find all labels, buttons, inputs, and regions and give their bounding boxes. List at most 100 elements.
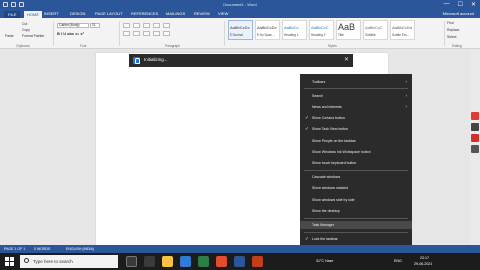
menu-item-show-desktop[interactable]: Show the desktop (300, 207, 412, 215)
cut-button[interactable]: Cut (22, 22, 27, 26)
tab-file[interactable]: FILE (4, 11, 21, 18)
menu-item-show-touch-keyboard[interactable]: Show touch keyboard button (300, 159, 412, 167)
group-label-clipboard: Clipboard (16, 44, 30, 48)
replace-button[interactable]: Replace (447, 28, 459, 32)
word-count[interactable]: 0 WORDS (34, 247, 50, 251)
font-name-dropdown[interactable]: Calibri (Body) (57, 23, 89, 28)
settings-icon[interactable] (470, 145, 479, 153)
tab-insert[interactable]: INSERT (44, 11, 59, 16)
align-right-button[interactable] (143, 31, 150, 36)
language-indicator[interactable]: ENGLISH (INDIA) (66, 247, 94, 251)
tab-page-layout[interactable]: PAGE LAYOUT (95, 11, 123, 16)
font-size-dropdown[interactable]: 11 (90, 23, 100, 28)
taskbar-context-menu: Toolbars › Search › News and interests ›… (300, 74, 412, 258)
language-indicator[interactable]: ENG (394, 259, 402, 263)
close-button[interactable]: ✕ (471, 1, 476, 8)
checkmark-icon: ✓ (305, 115, 309, 120)
taskbar: Type here to search 31°C Haze ENG 23:17 … (0, 253, 480, 270)
powerpoint-icon[interactable] (252, 256, 263, 267)
taskbar-apps (126, 256, 263, 267)
account-name[interactable]: Microsoft account (443, 11, 474, 16)
multilevel-list-button[interactable] (143, 23, 150, 28)
paste-button[interactable]: Paste (5, 34, 14, 38)
store-icon[interactable] (198, 256, 209, 267)
menu-item-show-cortana-button[interactable]: ✓ Show Cortana button (300, 114, 412, 122)
menu-item-label: Show Task View button (312, 127, 349, 131)
style-name: ¶ Normal (230, 33, 243, 37)
style-subtitle[interactable]: AaBbCcC Subtitle (363, 20, 388, 40)
minimize-button[interactable]: — (444, 1, 450, 8)
toast-close-button[interactable]: ✕ (344, 56, 349, 63)
menu-item-show-windows-ink[interactable]: Show Windows Ink Workspace button (300, 148, 412, 156)
tab-design[interactable]: DESIGN (70, 11, 85, 16)
video-icon[interactable] (470, 134, 479, 142)
taskbar-search-box[interactable]: Type here to search (20, 255, 118, 268)
side-tools (469, 112, 480, 153)
maximize-button[interactable]: ☐ (458, 1, 463, 8)
style-no-spacing[interactable]: AaBbCcDc ¶ No Spac... (255, 20, 280, 40)
menu-item-show-people[interactable]: Show People on the taskbar (300, 137, 412, 145)
line-spacing-button[interactable] (163, 31, 170, 36)
decrease-indent-button[interactable] (153, 23, 160, 28)
style-heading-1[interactable]: AaBbCc Heading 1 (282, 20, 307, 40)
group-label-styles: Styles (328, 44, 337, 48)
select-button[interactable]: Select (447, 35, 459, 39)
numbering-button[interactable] (133, 23, 140, 28)
justify-button[interactable] (153, 31, 160, 36)
format-buttons[interactable]: B I U abc x₂ x² (57, 31, 84, 36)
tab-view[interactable]: VIEW (218, 11, 228, 16)
menu-item-news-and-interests[interactable]: News and interests › (300, 103, 412, 111)
menu-item-lock-taskbar[interactable]: ✓ Lock the taskbar (300, 235, 412, 243)
style-title[interactable]: AaB Title (336, 20, 361, 40)
microphone-icon (133, 57, 140, 64)
menu-item-show-task-view-button[interactable]: ✓ Show Task View button (300, 125, 412, 133)
edge-icon[interactable] (180, 256, 191, 267)
increase-indent-button[interactable] (163, 23, 170, 28)
find-button[interactable]: Find (447, 21, 459, 25)
record-icon[interactable] (470, 112, 479, 120)
tab-review[interactable]: REVIEW (194, 11, 210, 16)
menu-item-cascade-windows[interactable]: Cascade windows (300, 173, 412, 181)
page-count[interactable]: PAGE 1 OF 1 (4, 247, 25, 251)
style-sample: AaBbCcDc (230, 25, 250, 30)
file-explorer-icon[interactable] (162, 256, 173, 267)
word-icon[interactable] (234, 256, 245, 267)
chevron-right-icon: › (405, 79, 408, 84)
divider (53, 21, 54, 46)
ribbon-tabs: FILE HOME INSERT DESIGN PAGE LAYOUT REFE… (0, 10, 480, 18)
align-left-button[interactable] (123, 31, 130, 36)
bullets-button[interactable] (123, 23, 130, 28)
menu-item-search[interactable]: Search › (300, 92, 412, 100)
style-normal[interactable]: AaBbCcDc ¶ Normal (228, 20, 253, 40)
tab-mailings[interactable]: MAILINGS (166, 11, 185, 16)
cortana-icon[interactable] (126, 256, 137, 267)
menu-item-show-windows-side-by-side[interactable]: Show windows side by side (300, 196, 412, 204)
style-name: Subtle Em... (392, 33, 410, 37)
clock-time[interactable]: 23:17 (420, 256, 429, 260)
menu-item-toolbars[interactable]: Toolbars › (300, 78, 412, 86)
menu-item-task-manager[interactable]: Task Manager (300, 221, 412, 229)
menu-item-label: Show the desktop (312, 209, 340, 213)
status-bar: PAGE 1 OF 1 0 WORDS ENGLISH (INDIA) (0, 245, 480, 253)
style-name: ¶ No Spac... (257, 33, 275, 37)
tab-home[interactable]: HOME (24, 11, 42, 18)
weather-widget[interactable]: 31°C Haze (316, 259, 333, 263)
style-name: Heading 2 (311, 33, 326, 37)
task-view-icon[interactable] (144, 256, 155, 267)
copy-button[interactable]: Copy (22, 28, 30, 32)
windows-start-icon[interactable] (5, 257, 14, 266)
menu-item-show-windows-stacked[interactable]: Show windows stacked (300, 184, 412, 192)
group-label-paragraph: Paragraph (165, 44, 180, 48)
style-sample: AaBbCcDa (392, 25, 412, 30)
tab-references[interactable]: REFERENCES (131, 11, 158, 16)
menu-separator (304, 232, 408, 233)
camera-icon[interactable] (470, 123, 479, 131)
center-button[interactable] (133, 31, 140, 36)
divider (444, 21, 445, 46)
clock-date[interactable]: 29-06-2021 (414, 262, 432, 266)
style-subtle-emphasis[interactable]: AaBbCcDa Subtle Em... (390, 20, 415, 40)
chrome-icon[interactable] (216, 256, 227, 267)
style-heading-2[interactable]: AaBbCcC Heading 2 (309, 20, 334, 40)
menu-separator (304, 88, 408, 89)
format-painter-button[interactable]: Format Painter (22, 34, 44, 38)
